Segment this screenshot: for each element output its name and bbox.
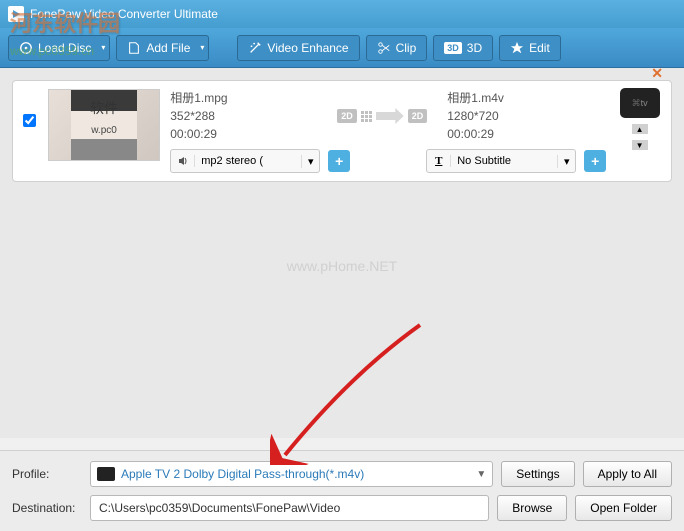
target-filename: 相册1.m4v xyxy=(447,89,606,107)
arrow-icon xyxy=(376,108,404,124)
destination-row: Destination: Browse Open Folder xyxy=(12,495,672,521)
three-d-label: 3D xyxy=(467,41,482,55)
clip-button[interactable]: Clip xyxy=(366,35,428,61)
device-label: ⌘tv xyxy=(632,98,648,109)
speaker-icon xyxy=(171,155,195,167)
subtitle-icon: T xyxy=(427,155,451,167)
browse-button[interactable]: Browse xyxy=(497,495,567,521)
target-2d-badge: 2D xyxy=(408,109,428,123)
three-d-button[interactable]: 3D 3D xyxy=(433,35,493,61)
target-duration: 00:00:29 xyxy=(447,125,606,143)
audio-dropdown-icon: ▾ xyxy=(301,155,319,168)
profile-dropdown-icon: ▼ xyxy=(476,469,486,480)
source-duration: 00:00:29 xyxy=(170,125,329,143)
settings-button[interactable]: Settings xyxy=(501,461,574,487)
footer: Profile: Apple TV 2 Dolby Digital Pass-t… xyxy=(0,450,684,531)
profile-select[interactable]: Apple TV 2 Dolby Digital Pass-through(*.… xyxy=(90,461,493,487)
move-down-button[interactable]: ▼ xyxy=(632,140,648,150)
scissors-icon xyxy=(377,41,391,55)
app-title: FonePaw Video Converter Ultimate xyxy=(30,7,218,21)
three-d-icon: 3D xyxy=(444,42,462,54)
audio-track-select[interactable]: mp2 stereo ( ▾ xyxy=(170,149,320,173)
subtitle-select[interactable]: T No Subtitle ▾ xyxy=(426,149,576,173)
add-file-label: Add File xyxy=(146,41,190,55)
video-enhance-button[interactable]: Video Enhance xyxy=(237,35,359,61)
device-icon[interactable]: ⌘tv xyxy=(620,88,660,118)
destination-input[interactable] xyxy=(90,495,489,521)
item-body: 相册1.mpg 352*288 00:00:29 2D 2D 相册1.m4v 1… xyxy=(170,89,606,173)
target-info: 相册1.m4v 1280*720 00:00:29 xyxy=(435,89,606,143)
info-row: 相册1.mpg 352*288 00:00:29 2D 2D 相册1.m4v 1… xyxy=(170,89,606,143)
add-file-button[interactable]: Add File xyxy=(116,35,209,61)
title-bar: FonePaw Video Converter Ultimate xyxy=(0,0,684,28)
profile-row: Profile: Apple TV 2 Dolby Digital Pass-t… xyxy=(12,461,672,487)
video-thumbnail[interactable]: 软件 w.pc0 xyxy=(48,89,160,161)
controls-row: mp2 stereo ( ▾ + T No Subtitle ▾ + xyxy=(170,149,606,173)
subtitle-value: No Subtitle xyxy=(451,155,557,167)
target-resolution: 1280*720 xyxy=(447,107,606,125)
item-checkbox[interactable] xyxy=(23,114,36,127)
source-filename: 相册1.mpg xyxy=(170,89,329,107)
subtitle-dropdown-icon: ▾ xyxy=(557,155,575,168)
load-disc-button[interactable]: Load Disc xyxy=(8,35,110,61)
add-audio-button[interactable]: + xyxy=(328,150,350,172)
main-toolbar: Load Disc Add File Video Enhance Clip 3D… xyxy=(0,28,684,68)
disc-icon xyxy=(19,41,33,55)
thumb-url: w.pc0 xyxy=(91,125,117,136)
item-checkbox-wrap xyxy=(21,89,38,127)
source-2d-badge: 2D xyxy=(337,109,357,123)
load-disc-label: Load Disc xyxy=(38,41,91,55)
item-right: ✕ ⌘tv ▲ ▼ xyxy=(616,89,663,150)
thumb-label: 软件 xyxy=(90,98,118,118)
source-resolution: 352*288 xyxy=(170,107,329,125)
content-area: 软件 w.pc0 相册1.mpg 352*288 00:00:29 2D 2D … xyxy=(0,68,684,438)
open-folder-button[interactable]: Open Folder xyxy=(575,495,672,521)
profile-label: Profile: xyxy=(12,467,82,481)
wand-icon xyxy=(248,41,262,55)
profile-device-icon xyxy=(97,467,115,481)
profile-value: Apple TV 2 Dolby Digital Pass-through(*.… xyxy=(121,467,364,481)
source-info: 相册1.mpg 352*288 00:00:29 xyxy=(170,89,329,143)
file-item: 软件 w.pc0 相册1.mpg 352*288 00:00:29 2D 2D … xyxy=(12,80,672,182)
conversion-arrow: 2D 2D xyxy=(337,108,427,124)
app-icon xyxy=(8,6,24,22)
video-enhance-label: Video Enhance xyxy=(267,41,348,55)
file-icon xyxy=(127,41,141,55)
dots-icon xyxy=(361,111,372,122)
apply-to-all-button[interactable]: Apply to All xyxy=(583,461,672,487)
audio-track-value: mp2 stereo ( xyxy=(195,155,301,167)
edit-label: Edit xyxy=(529,41,550,55)
clip-label: Clip xyxy=(396,41,417,55)
destination-label: Destination: xyxy=(12,501,82,515)
star-icon xyxy=(510,41,524,55)
remove-item-button[interactable]: ✕ xyxy=(651,68,663,82)
edit-button[interactable]: Edit xyxy=(499,35,561,61)
move-up-button[interactable]: ▲ xyxy=(632,124,648,134)
add-subtitle-button[interactable]: + xyxy=(584,150,606,172)
